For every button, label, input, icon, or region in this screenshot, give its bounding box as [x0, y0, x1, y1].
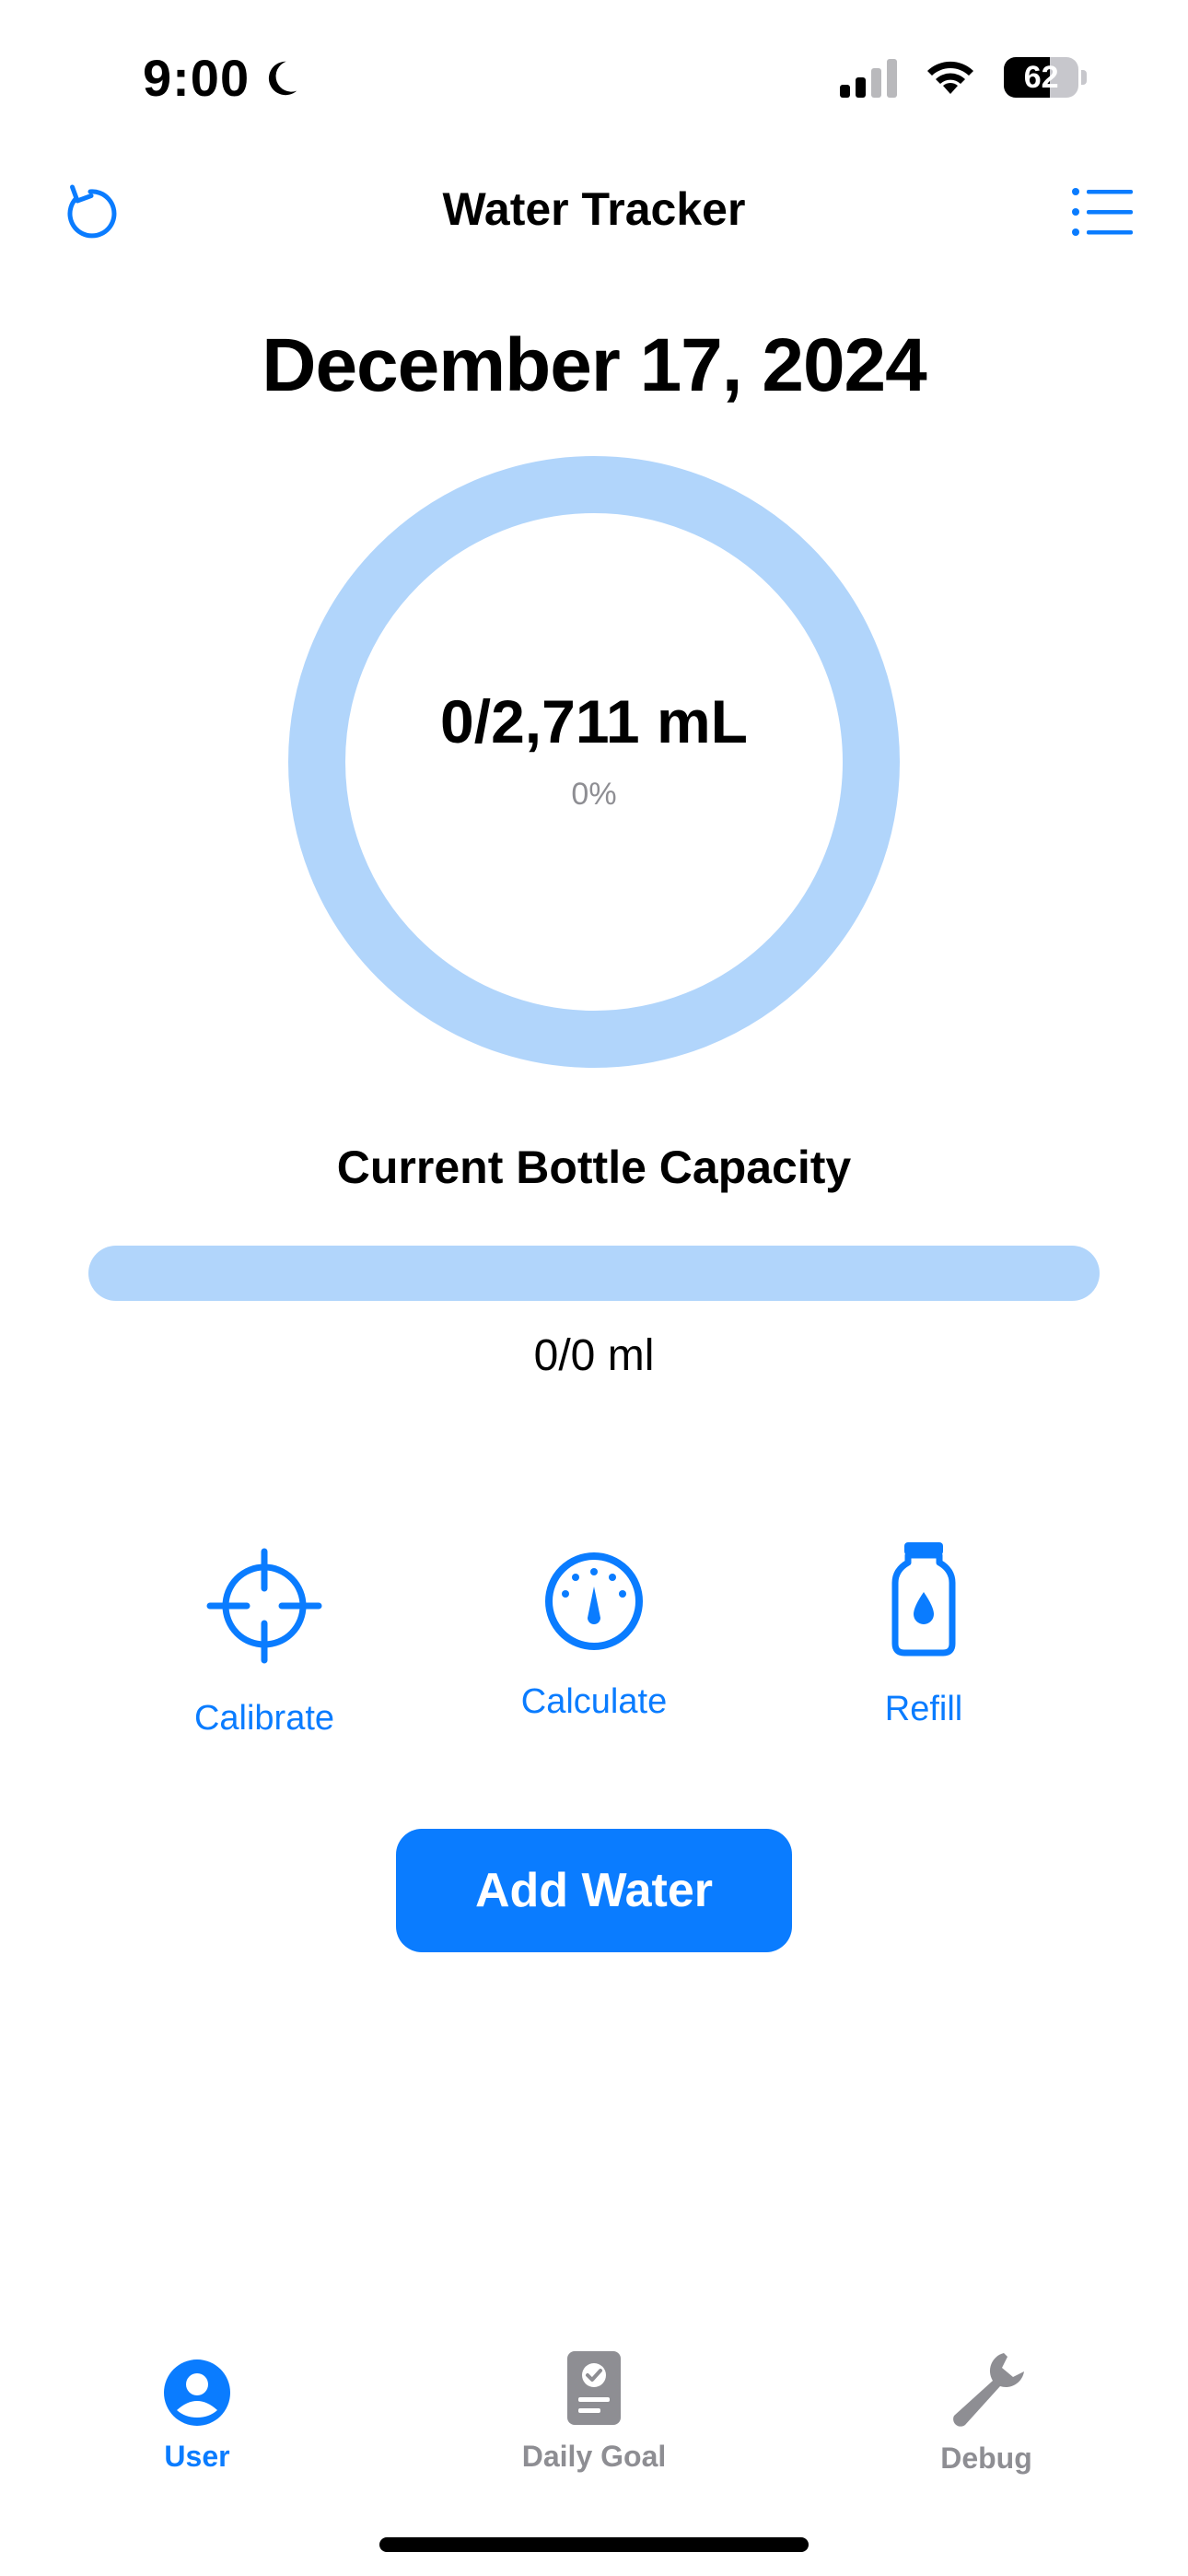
daily-progress-center: 0/2,711 mL 0%: [288, 456, 900, 1068]
tab-bar: User Daily Goal Debug: [0, 2340, 1188, 2488]
bottle-capacity-bar: [88, 1246, 1100, 1301]
status-time-text: 9:00: [143, 49, 250, 107]
user-circle-icon: [164, 2359, 230, 2426]
action-row: Calibrate Calculate Refill: [0, 1529, 1188, 1741]
moon-icon: [269, 61, 297, 95]
status-time: 9:00: [143, 48, 301, 108]
battery-icon: 62: [1004, 57, 1087, 98]
status-bar: 9:00 62: [0, 0, 1188, 157]
tab-daily-goal[interactable]: Daily Goal: [483, 2349, 705, 2474]
calibrate-button[interactable]: Calibrate: [145, 1546, 384, 1739]
status-indicators: 62: [840, 57, 1087, 98]
daily-progress-amount: 0/2,711 mL: [440, 686, 748, 755]
goal-document-icon: [567, 2351, 621, 2425]
tab-daily-goal-label: Daily Goal: [521, 2440, 667, 2473]
wifi-icon: [923, 57, 978, 98]
tab-debug[interactable]: Debug: [876, 2349, 1097, 2476]
nav-title: Water Tracker: [442, 183, 746, 235]
calculate-button[interactable]: Calculate: [474, 1548, 714, 1722]
crosshair-icon: [206, 1548, 322, 1664]
cellular-signal-icon: [840, 57, 897, 98]
battery-level: 62: [1023, 59, 1059, 95]
tab-debug-label: Debug: [940, 2441, 1032, 2475]
tab-user[interactable]: User: [87, 2359, 308, 2474]
calculate-label: Calculate: [520, 1682, 668, 1721]
add-water-button[interactable]: Add Water: [396, 1829, 792, 1952]
date-heading: December 17, 2024: [262, 323, 927, 407]
bottle-capacity-value: 0/0 ml: [533, 1331, 655, 1380]
list-icon[interactable]: [1068, 182, 1135, 241]
bottle-capacity-label: Current Bottle Capacity: [336, 1142, 852, 1193]
gauge-icon: [545, 1552, 643, 1650]
refill-button[interactable]: Refill: [804, 1540, 1043, 1729]
tab-user-label: User: [164, 2440, 230, 2473]
navigation-bar: Water Tracker: [0, 166, 1188, 258]
water-bottle-icon: [891, 1542, 956, 1657]
home-indicator: [379, 2537, 809, 2552]
wrench-icon: [953, 2353, 1024, 2427]
calibrate-label: Calibrate: [193, 1699, 335, 1738]
refill-label: Refill: [884, 1690, 963, 1728]
daily-progress-percent: 0%: [571, 776, 617, 812]
